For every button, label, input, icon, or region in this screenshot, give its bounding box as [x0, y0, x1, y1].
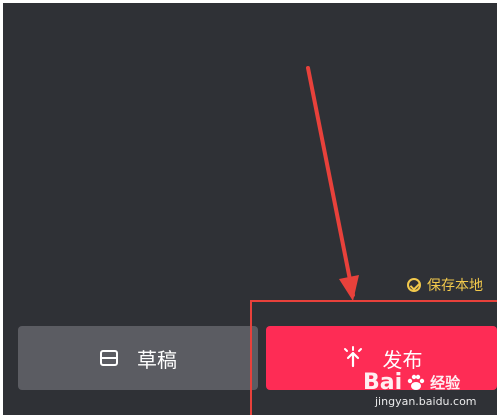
saved-locally-text: 保存本地 [427, 278, 483, 294]
paw-icon [407, 374, 425, 390]
app-screen: 保存本地 草稿 发布 Bai 经验 jingyan.baidu.com [3, 3, 497, 415]
draft-label: 草稿 [137, 347, 177, 372]
watermark-site: jingyan.baidu.com [375, 395, 477, 408]
draft-box-icon [99, 349, 119, 367]
upload-arrow-icon [341, 346, 365, 370]
screenshot-frame: 保存本地 草稿 发布 Bai 经验 jingyan.baidu.com [0, 0, 500, 418]
draft-button[interactable]: 草稿 [18, 326, 258, 390]
baidu-jingyan-watermark: Bai 经验 jingyan.baidu.com [363, 371, 497, 415]
watermark-logo: Bai 经验 [363, 371, 497, 395]
check-circle-icon [407, 278, 421, 292]
watermark-brand-right: 经验 [430, 374, 461, 392]
watermark-brand-left: Bai [363, 370, 403, 395]
publish-label: 发布 [382, 347, 423, 372]
saved-locally-status: 保存本地 [407, 275, 483, 295]
